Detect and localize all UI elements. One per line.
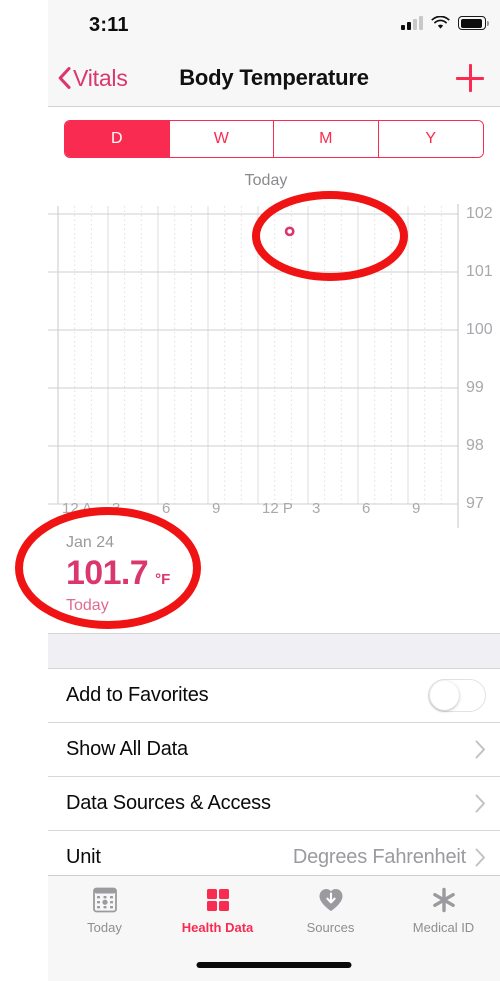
reading-subtitle: Today: [66, 597, 109, 614]
asterisk-icon: [432, 887, 455, 913]
chart-y-tick: 99: [466, 379, 484, 396]
chart-x-tick: 9: [212, 500, 221, 517]
reading-value: 101.7: [66, 554, 149, 592]
four-squares-icon: [206, 889, 229, 911]
chart-y-tick: 102: [466, 205, 493, 222]
chart-x-tick: 6: [162, 500, 171, 517]
row-label: Add to Favorites: [66, 684, 209, 706]
range-option-m[interactable]: M: [274, 121, 379, 157]
reading-date: Jan 24: [66, 534, 115, 551]
tab-label: Medical ID: [412, 920, 475, 935]
unit-value: Degrees Fahrenheit: [292, 846, 466, 868]
chart-x-tick: 12 A: [62, 500, 93, 517]
battery-full-icon: [458, 16, 489, 30]
heart-download-icon: [319, 889, 342, 911]
chart-title: Today: [244, 172, 288, 189]
tab-bar: Today Health Data Sources Medical ID: [48, 875, 500, 981]
status-time: 3:11: [89, 14, 129, 36]
chart[interactable]: 102 101 100 99 98 97 12 A 3 6 9 12 P369: [48, 198, 500, 528]
chevron-right-icon: [475, 740, 485, 759]
chart-y-tick: 100: [466, 321, 493, 338]
chevron-right-icon: [475, 848, 485, 867]
range-selector: D W M Y: [48, 107, 500, 158]
chart-y-tick: 101: [466, 263, 493, 280]
chart-x-tick: 3: [312, 500, 321, 517]
wifi-icon: [431, 16, 450, 29]
home-indicator: [196, 962, 352, 968]
chevron-right-icon: [475, 794, 485, 813]
plus-icon: [456, 64, 484, 92]
chart-x-axis-labels: 12 A 3 6 9 12 P 3 6 9: [48, 500, 500, 526]
row-show-all-data[interactable]: Show All Data: [48, 723, 500, 777]
section-separator: [48, 633, 500, 669]
nav-bar: Vitals Body Temperature: [48, 50, 500, 107]
page-title: Body Temperature: [179, 65, 369, 90]
screenshot-root: 3:11 Vitals Body Temperature D W M Y Tod…: [0, 0, 500, 981]
cellular-signal-icon: [401, 16, 423, 30]
chart-x-tick: 12 P: [262, 500, 293, 517]
range-option-d[interactable]: D: [65, 121, 170, 157]
chart-x-tick: 6: [362, 500, 371, 517]
tab-today[interactable]: Today: [48, 876, 161, 981]
range-option-w[interactable]: W: [169, 121, 274, 157]
calendar-icon: [92, 887, 117, 913]
favorites-toggle[interactable]: [428, 679, 486, 712]
range-option-y[interactable]: Y: [378, 121, 483, 157]
tab-label: Health Data: [181, 920, 254, 935]
tab-label: Sources: [306, 920, 355, 935]
status-indicators: [401, 16, 489, 30]
row-label: Unit: [66, 846, 101, 868]
tab-label: Today: [87, 920, 122, 935]
status-bar: 3:11: [48, 0, 500, 50]
tab-medical-id[interactable]: Medical ID: [387, 876, 500, 981]
phone-screen: 3:11 Vitals Body Temperature D W M Y Tod…: [48, 0, 500, 981]
settings-list: Add to Favorites Show All Data Data Sour…: [48, 669, 500, 885]
row-label: Data Sources & Access: [66, 792, 271, 814]
chart-y-tick: 98: [466, 437, 484, 454]
row-label: Show All Data: [66, 738, 188, 760]
chart-x-tick: 3: [112, 500, 121, 517]
row-data-sources-access[interactable]: Data Sources & Access: [48, 777, 500, 831]
reading-unit: °F: [155, 571, 171, 588]
chart-y-axis-labels: 102 101 100 99 98 97: [48, 198, 500, 528]
toggle-knob: [430, 681, 459, 710]
row-add-to-favorites[interactable]: Add to Favorites: [48, 669, 500, 723]
add-data-button[interactable]: [456, 50, 484, 106]
chart-x-tick: 9: [412, 500, 421, 517]
reading-summary: Jan 24 101.7 °F Today: [48, 528, 500, 615]
